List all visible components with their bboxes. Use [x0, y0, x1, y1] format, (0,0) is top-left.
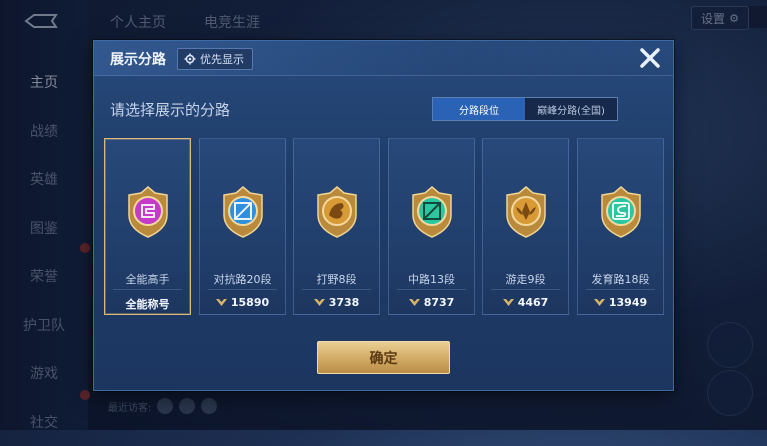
divider	[302, 289, 371, 290]
clash-lane-emblem-icon	[218, 185, 268, 239]
lane-card-all-round[interactable]: 全能高手 全能称号	[104, 138, 191, 315]
lane-card-value-text: 15890	[231, 296, 269, 309]
lane-card-value: 全能称号	[105, 296, 190, 312]
lane-card-name: 打野8段	[294, 271, 379, 287]
gear-icon	[184, 53, 196, 65]
priority-display-button[interactable]: 优先显示	[177, 48, 253, 70]
lane-card-value-text: 3738	[329, 296, 360, 309]
mid-lane-emblem-icon	[407, 185, 457, 239]
lane-card-value: 4467	[483, 296, 568, 309]
all-round-emblem-icon	[123, 185, 173, 239]
lane-display-dialog: 展示分路 优先显示 请选择展示的分路 分路段位 巅峰分路(全国)	[93, 40, 674, 391]
rank-points-icon	[409, 298, 420, 307]
priority-display-label: 优先显示	[200, 51, 244, 67]
rank-points-icon	[503, 298, 514, 307]
lane-card-value-text: 4467	[518, 296, 549, 309]
lane-card-name: 中路13段	[389, 271, 474, 287]
confirm-button[interactable]: 确定	[317, 341, 450, 374]
lane-card-mid[interactable]: 中路13段 8737	[388, 138, 475, 315]
lane-card-value-text: 13949	[609, 296, 647, 309]
dialog-title: 展示分路	[110, 49, 166, 69]
lane-card-value: 15890	[200, 296, 285, 309]
dialog-header: 展示分路 优先显示	[94, 41, 673, 76]
lane-card-value-text: 全能称号	[126, 296, 170, 312]
lane-card-name: 全能高手	[105, 271, 190, 287]
divider	[113, 289, 182, 290]
lane-card-list: 全能高手 全能称号 对抗路20段 15890	[104, 138, 664, 315]
select-lane-prompt: 请选择展示的分路	[110, 99, 230, 120]
rank-points-icon	[216, 298, 227, 307]
lane-card-name: 发育路18段	[578, 271, 663, 287]
rank-points-icon	[594, 298, 605, 307]
lane-card-value: 3738	[294, 296, 379, 309]
tab-peak-lane[interactable]: 巅峰分路(全国)	[525, 98, 617, 120]
lane-card-value-text: 8737	[424, 296, 455, 309]
divider	[397, 289, 466, 290]
lane-card-clash[interactable]: 对抗路20段 15890	[199, 138, 286, 315]
close-button[interactable]	[637, 45, 663, 71]
divider	[491, 289, 560, 290]
lane-card-value: 8737	[389, 296, 474, 309]
lane-card-jungle[interactable]: 打野8段 3738	[293, 138, 380, 315]
lane-card-name: 游走9段	[483, 271, 568, 287]
tab-lane-rank[interactable]: 分路段位	[433, 98, 525, 120]
farm-lane-emblem-icon	[596, 185, 646, 239]
divider	[208, 289, 277, 290]
divider	[586, 289, 655, 290]
lane-card-farm[interactable]: 发育路18段 13949	[577, 138, 664, 315]
lane-card-value: 13949	[578, 296, 663, 309]
lane-card-name: 对抗路20段	[200, 271, 285, 287]
rank-points-icon	[314, 298, 325, 307]
roam-emblem-icon	[501, 185, 551, 239]
lane-card-roam[interactable]: 游走9段 4467	[482, 138, 569, 315]
close-icon	[639, 47, 661, 69]
jungle-emblem-icon	[312, 185, 362, 239]
lane-mode-toggle: 分路段位 巅峰分路(全国)	[432, 97, 618, 121]
